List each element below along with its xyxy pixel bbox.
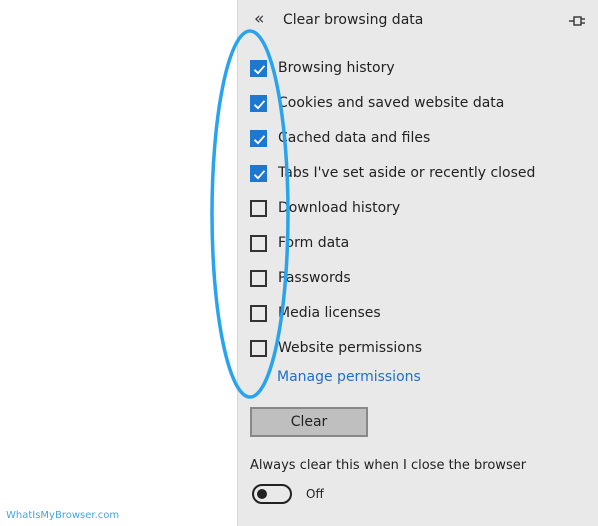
- checkbox-unchecked[interactable]: [250, 340, 267, 357]
- checkbox-checked[interactable]: [250, 60, 267, 77]
- always-clear-toggle[interactable]: [252, 484, 292, 504]
- option-label: Browsing history: [278, 60, 395, 76]
- checkbox-unchecked[interactable]: [250, 235, 267, 252]
- option-label: Passwords: [278, 270, 351, 286]
- toggle-knob: [257, 489, 267, 499]
- checkbox-unchecked[interactable]: [250, 200, 267, 217]
- watermark: WhatIsMyBrowser.com: [6, 510, 120, 521]
- panel-title: Clear browsing data: [283, 12, 424, 28]
- option-label: Download history: [278, 200, 401, 216]
- option-label: Media licenses: [278, 305, 381, 321]
- option-row[interactable]: Cached data and files: [250, 130, 590, 152]
- checkbox-checked[interactable]: [250, 130, 267, 147]
- option-label: Form data: [278, 235, 350, 251]
- option-row[interactable]: Tabs I've set aside or recently closed: [250, 165, 590, 187]
- checkbox-unchecked[interactable]: [250, 305, 267, 322]
- toggle-state-label: Off: [306, 487, 324, 501]
- checkmark-icon: [253, 100, 266, 110]
- option-row[interactable]: Website permissions: [250, 340, 590, 362]
- clear-button[interactable]: Clear: [250, 407, 368, 437]
- checkbox-checked[interactable]: [250, 95, 267, 112]
- checkmark-icon: [253, 135, 266, 145]
- option-row[interactable]: Cookies and saved website data: [250, 95, 590, 117]
- checkmark-icon: [253, 65, 266, 75]
- panel-header: « Clear browsing data: [238, 0, 598, 40]
- always-clear-label: Always clear this when I close the brows…: [250, 458, 527, 473]
- option-row[interactable]: Download history: [250, 200, 590, 222]
- checkmark-icon: [253, 170, 266, 180]
- option-label: Website permissions: [278, 340, 423, 356]
- option-row[interactable]: Form data: [250, 235, 590, 257]
- checkbox-checked[interactable]: [250, 165, 267, 182]
- option-label: Cookies and saved website data: [278, 95, 505, 111]
- clear-browsing-data-panel: « Clear browsing data Browsing history Co…: [238, 0, 598, 526]
- double-chevron-left-icon[interactable]: «: [254, 9, 264, 29]
- checkbox-unchecked[interactable]: [250, 270, 267, 287]
- manage-permissions-link[interactable]: Manage permissions: [277, 369, 421, 386]
- option-label: Cached data and files: [278, 130, 431, 146]
- pin-icon[interactable]: [568, 14, 586, 28]
- option-row[interactable]: Media licenses: [250, 305, 590, 327]
- option-label: Tabs I've set aside or recently closed: [278, 165, 536, 181]
- option-row[interactable]: Browsing history: [250, 60, 590, 82]
- option-row[interactable]: Passwords: [250, 270, 590, 292]
